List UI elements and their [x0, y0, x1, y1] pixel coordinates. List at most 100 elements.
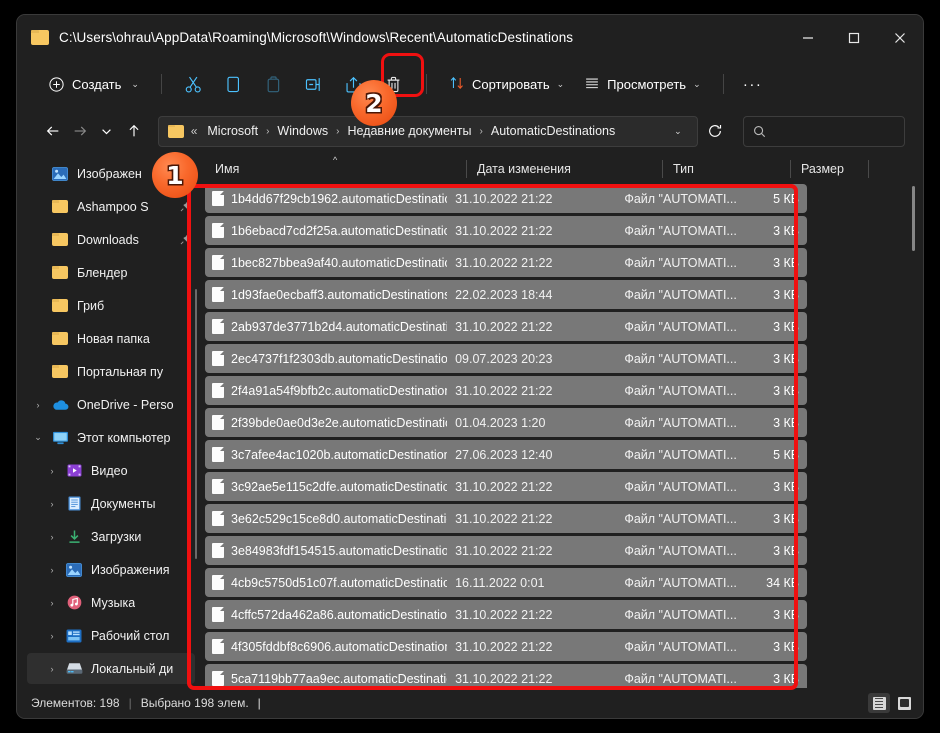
breadcrumb-chevron-down-icon[interactable]: ⌄ — [665, 126, 691, 137]
table-row[interactable]: 3c7afee4ac1020b.automaticDestinations-..… — [205, 440, 807, 469]
up-arrow-icon[interactable] — [121, 116, 148, 146]
copy-icon[interactable] — [214, 67, 254, 101]
table-row[interactable]: 4cb9c5750d51c07f.automaticDestination...… — [205, 568, 807, 597]
chevron-right-icon[interactable]: › — [41, 664, 63, 674]
refresh-icon[interactable] — [702, 116, 729, 146]
chevron-right-icon[interactable]: › — [27, 400, 49, 410]
breadcrumb-item-windows[interactable]: Windows — [274, 121, 331, 141]
file-icon — [205, 255, 231, 270]
cell-type: Файл "AUTOMATI... — [624, 607, 737, 622]
table-row[interactable]: 1d93fae0ecbaff3.automaticDestinations-..… — [205, 280, 807, 309]
chevron-right-icon[interactable]: › — [41, 499, 63, 509]
new-button[interactable]: Создать ⌄ — [39, 68, 149, 100]
cell-name: 4cb9c5750d51c07f.automaticDestination... — [231, 575, 448, 590]
sidebar-item-this-pc[interactable]: ⌄ Этот компьютер — [27, 422, 195, 453]
file-list-scrollbar[interactable] — [912, 186, 915, 251]
minimize-button[interactable] — [785, 15, 831, 60]
sidebar-item-desktop[interactable]: › Рабочий стол — [27, 620, 195, 651]
breadcrumb-overflow[interactable]: « — [191, 124, 198, 138]
cell-name: 1b6ebacd7cd2f25a.automaticDestination... — [231, 223, 448, 238]
column-header-type[interactable]: Тип — [663, 154, 791, 184]
table-row[interactable]: 2ec4737f1f2303db.automaticDestinations..… — [205, 344, 807, 373]
documents-icon — [63, 496, 85, 511]
table-row[interactable]: 4cffc572da462a86.automaticDestinations..… — [205, 600, 807, 629]
recent-locations-chevron-down-icon[interactable] — [93, 116, 120, 146]
paste-icon[interactable] — [254, 67, 294, 101]
column-header-date[interactable]: Дата изменения — [467, 154, 663, 184]
sidebar-item-music[interactable]: › Музыка — [27, 587, 195, 618]
chevron-down-icon[interactable]: ⌄ — [27, 432, 49, 443]
large-icons-view-icon[interactable] — [893, 693, 915, 713]
search-input[interactable] — [772, 124, 896, 138]
sidebar-item-downloads[interactable]: › Загрузки — [27, 521, 195, 552]
cell-date: 01.04.2023 1:20 — [455, 415, 546, 430]
file-rows[interactable]: 1b4dd67f29cb1962.automaticDestination...… — [199, 184, 921, 699]
rename-icon[interactable] — [294, 67, 334, 101]
cell-date: 31.10.2022 21:22 — [455, 639, 553, 654]
chevron-down-icon: ⌄ — [693, 78, 701, 89]
table-row[interactable]: 1bec827bbea9af40.automaticDestination...… — [205, 248, 807, 277]
cell-size: 3 КБ — [773, 639, 799, 654]
table-row[interactable]: 3e62c529c15ce8d0.automaticDestination...… — [205, 504, 807, 533]
sidebar-item-label: Музыка — [91, 595, 136, 610]
column-header-name[interactable]: Имя ^ — [205, 154, 467, 184]
sidebar-item-grib[interactable]: › Гриб — [27, 290, 195, 321]
cell-type: Файл "AUTOMATI... — [624, 575, 737, 590]
sidebar-item-local-disk[interactable]: › Локальный ди — [27, 653, 195, 684]
sidebar-item-portal-gun[interactable]: › Портальная пу — [27, 356, 195, 387]
cell-date: 16.11.2022 0:01 — [455, 575, 545, 590]
close-button[interactable] — [877, 15, 923, 60]
search-box[interactable] — [742, 115, 906, 147]
table-row[interactable]: 2f39bde0ae0d3e2e.automaticDestination...… — [205, 408, 807, 437]
chevron-right-icon[interactable]: › — [41, 466, 63, 476]
chevron-right-icon[interactable]: › — [41, 532, 63, 542]
forward-arrow-icon[interactable] — [66, 116, 93, 146]
table-row[interactable]: 2f4a91a54f9bfb2c.automaticDestinations..… — [205, 376, 807, 405]
file-icon — [205, 319, 231, 334]
maximize-button[interactable] — [831, 15, 877, 60]
table-row[interactable]: 3c92ae5e115c2dfe.automaticDestinations..… — [205, 472, 807, 501]
sidebar-scrollbar[interactable] — [195, 289, 197, 559]
breadcrumb-item-microsoft[interactable]: Microsoft — [204, 121, 261, 141]
cell-date: 31.10.2022 21:22 — [455, 319, 553, 334]
table-row[interactable]: 1b4dd67f29cb1962.automaticDestination...… — [205, 184, 807, 213]
navigation-sidebar[interactable]: › Изображен › Ashampoo S — [23, 154, 199, 699]
cell-size: 3 КБ — [773, 415, 799, 430]
sidebar-item-onedrive[interactable]: › OneDrive - Perso — [27, 389, 195, 420]
sidebar-item-videos[interactable]: › Видео — [27, 455, 195, 486]
table-row[interactable]: 4f305fddbf8c6906.automaticDestinations..… — [205, 632, 807, 661]
more-options-button[interactable]: ··· — [736, 68, 770, 100]
cell-name: 2ec4737f1f2303db.automaticDestinations..… — [231, 351, 447, 366]
sidebar-item-pictures[interactable]: › Изображения — [27, 554, 195, 585]
sidebar-item-documents[interactable]: › Документы — [27, 488, 195, 519]
sidebar-item-new-folder[interactable]: › Новая папка — [27, 323, 195, 354]
table-row[interactable]: 3e84983fdf154515.automaticDestinations..… — [205, 536, 807, 565]
chevron-right-icon[interactable]: › — [41, 631, 63, 641]
sort-button[interactable]: Сортировать ⌄ — [439, 68, 574, 100]
sidebar-item-label: Рабочий стол — [91, 628, 170, 643]
pin-icon — [180, 201, 191, 212]
sidebar-item-blender[interactable]: › Блендер — [27, 257, 195, 288]
column-header-size[interactable]: Размер — [791, 154, 869, 184]
back-arrow-icon[interactable] — [39, 116, 66, 146]
sidebar-item-label: Гриб — [77, 298, 105, 313]
cell-name: 3c92ae5e115c2dfe.automaticDestinations..… — [231, 479, 447, 494]
breadcrumb[interactable]: « Microsoft › Windows › Недавние докумен… — [157, 115, 698, 147]
search-icon — [753, 125, 766, 138]
chevron-right-icon[interactable]: › — [41, 598, 63, 608]
title-bar: C:\Users\ohrau\AppData\Roaming\Microsoft… — [17, 15, 923, 60]
file-list-pane: Имя ^ Дата изменения Тип Размер 1b4dd67f… — [199, 154, 923, 699]
table-row[interactable]: 1b6ebacd7cd2f25a.automaticDestination...… — [205, 216, 807, 245]
cell-name: 1d93fae0ecbaff3.automaticDestinations-..… — [231, 287, 448, 302]
table-row[interactable]: 2ab937de3771b2d4.automaticDestination...… — [205, 312, 807, 341]
sidebar-item-downloads-pinned[interactable]: › Downloads — [27, 224, 195, 255]
breadcrumb-item-automaticdestinations[interactable]: AutomaticDestinations — [488, 121, 618, 141]
view-button[interactable]: Просмотреть ⌄ — [574, 68, 710, 100]
cut-icon[interactable] — [174, 67, 214, 101]
cell-name: 1bec827bbea9af40.automaticDestination... — [231, 255, 448, 270]
chevron-right-icon[interactable]: › — [41, 565, 63, 575]
details-view-icon[interactable] — [868, 693, 890, 713]
cell-type: Файл "AUTOMATI... — [624, 415, 737, 430]
cell-name: 3e84983fdf154515.automaticDestinations..… — [231, 543, 447, 558]
folder-icon — [49, 332, 71, 345]
